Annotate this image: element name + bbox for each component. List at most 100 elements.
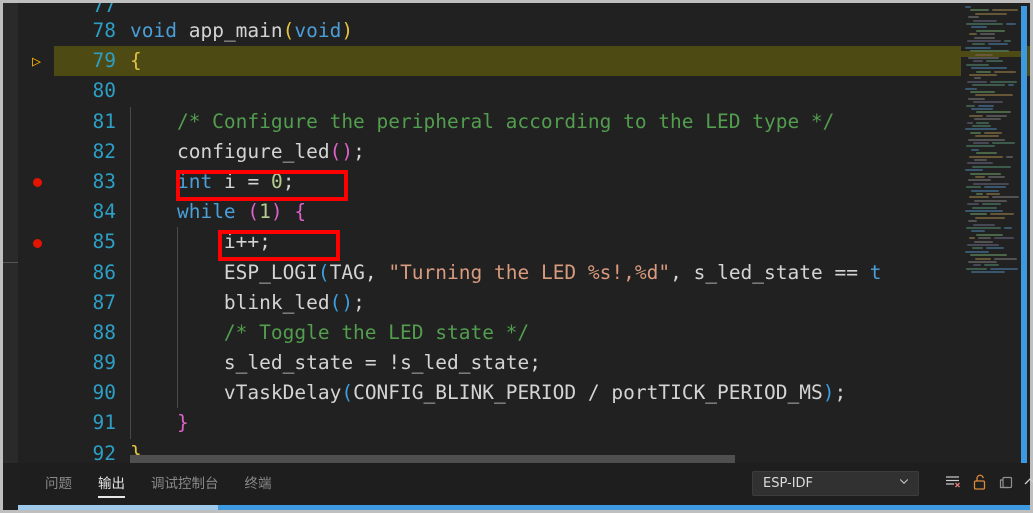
code-text: configure_led(); bbox=[176, 139, 365, 163]
minimap-code-line bbox=[973, 182, 1009, 185]
line-number: 90 bbox=[92, 381, 116, 405]
code-text: { bbox=[130, 49, 142, 73]
gutter-89[interactable] bbox=[18, 348, 54, 378]
minimap-code-line bbox=[1004, 227, 1012, 229]
gutter-78[interactable] bbox=[18, 16, 54, 46]
minimap-code-line bbox=[965, 250, 989, 253]
gutter-83[interactable] bbox=[18, 167, 54, 197]
minimap-code-line bbox=[968, 138, 1005, 141]
minimap-code-line bbox=[976, 152, 997, 155]
minimap-code-line bbox=[966, 267, 987, 270]
minimap-code-line bbox=[984, 131, 1002, 134]
gutter-88[interactable] bbox=[18, 318, 54, 348]
minimap-code-line bbox=[975, 135, 999, 138]
minimap-code-line bbox=[974, 240, 993, 243]
code-line-90[interactable]: 90 vTaskDelay(CONFIG_BLINK_PERIOD / port… bbox=[18, 378, 1030, 409]
activity-bar[interactable] bbox=[3, 3, 18, 463]
code-line-88[interactable]: 88 /* Toggle the LED state */ bbox=[18, 317, 1030, 349]
minimap-code-line bbox=[986, 247, 1004, 250]
clear-output-icon[interactable] bbox=[943, 472, 963, 492]
panel-scrollbar-thumb[interactable] bbox=[18, 505, 218, 510]
tab-debug-console[interactable]: 调试控制台 bbox=[151, 467, 219, 501]
vertical-scrollbar[interactable] bbox=[1021, 6, 1027, 463]
minimap-code-line bbox=[966, 227, 1001, 229]
gutter-79[interactable]: ▷ bbox=[18, 46, 54, 76]
minimap-code-line bbox=[976, 233, 1003, 236]
breakpoint-icon[interactable] bbox=[33, 238, 42, 248]
minimap-code-line bbox=[975, 216, 1005, 219]
minimap-code-line bbox=[986, 60, 1003, 63]
minimap-code-line bbox=[965, 6, 971, 8]
tab-output[interactable]: 输出 bbox=[98, 467, 125, 501]
breakpoint-icon[interactable] bbox=[33, 178, 42, 188]
code-text: int i = 0; bbox=[176, 169, 295, 193]
gutter-81[interactable] bbox=[18, 107, 54, 137]
line-number: 87 bbox=[92, 290, 116, 314]
minimap-code-line bbox=[976, 111, 1011, 114]
gutter-84[interactable] bbox=[18, 197, 54, 227]
minimap-code-line bbox=[971, 230, 985, 233]
code-line-79[interactable]: ▷ 79 { bbox=[18, 46, 1030, 77]
line-number: 88 bbox=[92, 320, 116, 344]
code-text: } bbox=[176, 411, 189, 435]
gutter-85[interactable] bbox=[18, 227, 54, 257]
minimap-code-line bbox=[994, 257, 1017, 260]
minimap-code-line bbox=[971, 108, 993, 110]
code-editor[interactable]: 77 78 void app_main(void) ▷ 79 { 80 81 /… bbox=[18, 3, 1030, 463]
minimap-code-line bbox=[986, 114, 1007, 117]
code-text: /* Toggle the LED state */ bbox=[130, 320, 530, 344]
gutter-82[interactable] bbox=[18, 137, 54, 167]
gutter-90[interactable] bbox=[18, 378, 54, 408]
minimap-code-line bbox=[976, 29, 1005, 32]
code-line-82[interactable]: 82 configure_led(); bbox=[18, 136, 1030, 167]
output-channel-select[interactable]: ESP-IDF bbox=[752, 471, 919, 496]
minimap-code-line bbox=[965, 169, 983, 172]
gutter-86[interactable] bbox=[18, 258, 54, 288]
minimap-code-line bbox=[968, 57, 999, 59]
minimap-code-line bbox=[970, 172, 1001, 175]
editor-minimap[interactable] bbox=[961, 6, 1021, 463]
minimap-code-line bbox=[971, 189, 999, 192]
split-panel-icon[interactable] bbox=[996, 472, 1016, 492]
minimap-code-line bbox=[978, 104, 994, 107]
minimap-code-line bbox=[972, 165, 1011, 168]
gutter-80[interactable] bbox=[18, 76, 54, 106]
code-line-78[interactable]: 78 void app_main(void) bbox=[18, 16, 1030, 46]
minimap-code-line bbox=[968, 220, 977, 223]
line-number: 84 bbox=[92, 200, 116, 224]
tab-problems[interactable]: 问题 bbox=[45, 467, 72, 501]
gutter-87[interactable] bbox=[18, 288, 54, 318]
code-line-83[interactable]: 83 int i = 0; bbox=[18, 166, 1030, 198]
minimap-code-line bbox=[974, 36, 995, 39]
minimap-code-line bbox=[965, 46, 991, 49]
minimap-code-line bbox=[973, 264, 981, 267]
minimap-code-line bbox=[970, 91, 995, 93]
minimap-code-line bbox=[984, 186, 1006, 189]
minimap-code-line bbox=[967, 244, 999, 246]
code-line-81[interactable]: 81 /* Configure the peripheral according… bbox=[18, 106, 1030, 137]
chevron-up-icon[interactable] bbox=[1020, 472, 1033, 492]
minimap-code-line bbox=[967, 80, 987, 83]
code-line-91[interactable]: 91 } bbox=[18, 408, 1030, 439]
code-text: /* Configure the peripheral according to… bbox=[130, 109, 835, 133]
code-line-87[interactable]: 87 blink_led(); bbox=[18, 287, 1030, 318]
lock-icon[interactable] bbox=[970, 472, 990, 492]
minimap-code-line bbox=[969, 155, 1003, 158]
minimap-code-line bbox=[967, 203, 979, 206]
code-line-86[interactable]: 86 ESP_LOGI(TAG, "Turning the LED %s!,%d… bbox=[18, 257, 1030, 288]
code-line-80[interactable]: 80 bbox=[18, 76, 1030, 106]
code-line-77[interactable]: 77 bbox=[18, 3, 1030, 16]
horizontal-scrollbar-thumb[interactable] bbox=[130, 455, 735, 463]
minimap-code-line bbox=[994, 70, 1016, 73]
line-number: 91 bbox=[92, 411, 116, 435]
minimap-code-line bbox=[965, 128, 997, 131]
tab-terminal[interactable]: 终端 bbox=[245, 467, 272, 501]
code-line-85[interactable]: 85 i++; bbox=[18, 227, 1030, 258]
minimap-code-line bbox=[966, 104, 975, 107]
code-line-89[interactable]: 89 s_led_state = !s_led_state; bbox=[18, 348, 1030, 379]
code-line-84[interactable]: 84 while (1) { bbox=[18, 197, 1030, 228]
minimap-code-line bbox=[973, 223, 995, 226]
minimap-code-line bbox=[966, 186, 981, 189]
debug-execution-pointer-icon: ▷ bbox=[32, 52, 42, 71]
gutter-91[interactable] bbox=[18, 408, 54, 438]
